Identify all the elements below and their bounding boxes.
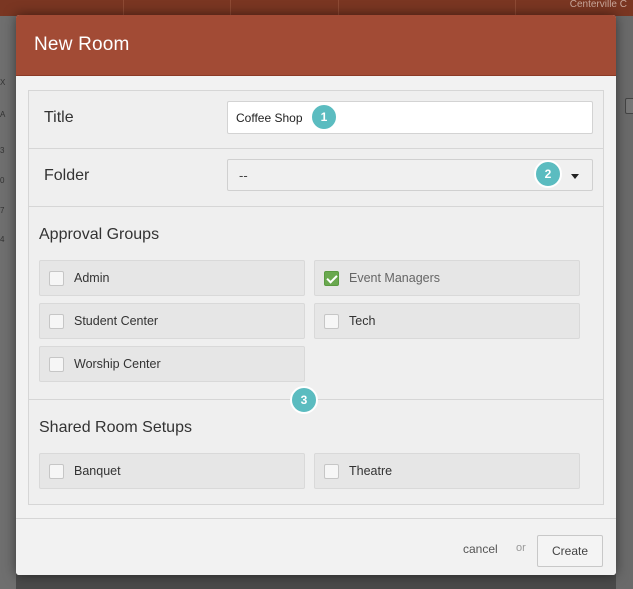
title-input[interactable]: Coffee Shop: [227, 101, 593, 134]
callout-badge-2: 2: [534, 160, 562, 188]
checkbox-label: Theatre: [349, 464, 393, 478]
callout-badge-3: 3: [290, 386, 318, 414]
checkbox[interactable]: [324, 464, 339, 479]
checkbox[interactable]: [49, 464, 64, 479]
background-letter: 0: [0, 176, 5, 185]
dialog-header: New Room: [16, 15, 616, 76]
folder-select-value: --: [239, 168, 248, 183]
checkbox-label: Worship Center: [74, 357, 161, 371]
approval-groups-section: Approval Groups Admin Event Managers Stu…: [29, 207, 603, 400]
background-letter: 7: [0, 206, 5, 215]
background-tab-divider: [338, 0, 339, 16]
folder-label: Folder: [44, 167, 90, 184]
background-org-name: Centerville C: [569, 0, 627, 10]
dialog-footer: cancel or Create: [16, 518, 616, 575]
room-setup-theatre[interactable]: Theatre: [314, 453, 580, 489]
background-tab-divider: [123, 0, 124, 16]
approval-group-student-center[interactable]: Student Center: [39, 303, 305, 339]
checkbox-label: Banquet: [74, 464, 121, 478]
background-left-column: X A 3 0 7 4: [0, 16, 16, 589]
checkbox-checked[interactable]: [324, 271, 339, 286]
dialog-body: Title Coffee Shop Folder -- Approval Gro…: [28, 90, 604, 505]
cancel-link[interactable]: cancel: [463, 542, 498, 556]
checkbox[interactable]: [49, 314, 64, 329]
approval-group-worship-center[interactable]: Worship Center: [39, 346, 305, 382]
checkbox-label: Student Center: [74, 314, 159, 328]
new-room-dialog: New Room Title Coffee Shop Folder -- App…: [16, 15, 616, 575]
or-text: or: [516, 542, 526, 554]
background-letter: 4: [0, 235, 5, 244]
approval-group-tech[interactable]: Tech: [314, 303, 580, 339]
background-right-column: [616, 16, 633, 589]
background-letter: X: [0, 78, 6, 87]
checkbox[interactable]: [49, 271, 64, 286]
create-button[interactable]: Create: [537, 535, 603, 567]
callout-badge-1: 1: [310, 103, 338, 131]
background-topbar: Centerville C: [0, 0, 633, 16]
checkbox[interactable]: [324, 314, 339, 329]
shared-room-setups-heading: Shared Room Setups: [39, 419, 192, 436]
grid-view-icon: [625, 98, 633, 114]
background-letter: 3: [0, 146, 5, 155]
checkbox-label: Event Managers: [349, 271, 441, 285]
checkbox-label: Tech: [349, 314, 376, 328]
dialog-title: New Room: [34, 34, 130, 55]
background-tab-divider: [230, 0, 231, 16]
room-setup-banquet[interactable]: Banquet: [39, 453, 305, 489]
background-letter: A: [0, 110, 6, 119]
approval-group-event-managers[interactable]: Event Managers: [314, 260, 580, 296]
shared-room-setups-section: Shared Room Setups Banquet Theatre: [29, 400, 603, 505]
approval-group-admin[interactable]: Admin: [39, 260, 305, 296]
title-label: Title: [44, 109, 74, 126]
folder-row: Folder --: [29, 149, 603, 207]
checkbox[interactable]: [49, 357, 64, 372]
background-tab-divider: [515, 0, 516, 16]
title-input-value: Coffee Shop: [236, 111, 303, 125]
checkbox-label: Admin: [74, 271, 110, 285]
approval-groups-heading: Approval Groups: [39, 226, 160, 243]
caret-down-icon: [571, 174, 579, 179]
